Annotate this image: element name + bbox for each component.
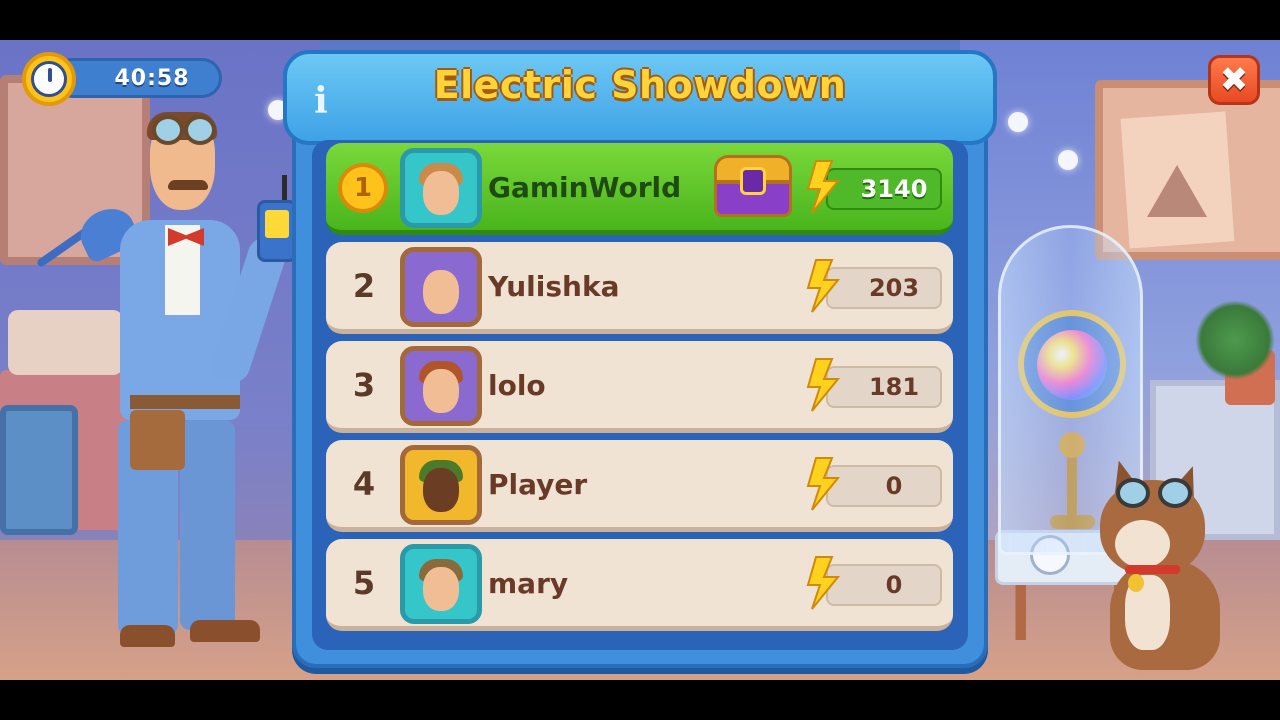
rank-number: 3 [352,366,376,404]
score: 0 [826,564,942,606]
rank-number: 5 [352,564,376,602]
score: 0 [826,465,942,507]
avatar [400,544,482,624]
score: 181 [826,366,942,408]
player-name: GaminWorld [488,171,682,204]
letterbox-bottom [0,680,1280,720]
leaderboard-row[interactable]: 2 Yulishka 203 [326,242,953,334]
score: 203 [826,267,942,309]
lightning-bolt-icon [806,457,841,511]
radio [8,310,123,375]
panel-title: Electric Showdown [433,63,847,107]
rank-number: 2 [352,267,376,305]
letterbox-top [0,0,1280,40]
string-light-icon [1058,150,1078,170]
warning-triangle-icon [1147,165,1207,217]
player-name: mary [488,567,569,600]
player-name: Yulishka [488,270,620,303]
rank-medal-icon: 1 [338,163,388,213]
leaderboard-row[interactable]: 3 lolo 181 [326,341,953,433]
string-light-icon [1008,112,1028,132]
lightning-bolt-icon [806,160,841,214]
close-icon: ✖ [1219,60,1249,100]
event-timer: 40:58 [22,52,222,106]
score: 3140 [826,168,942,210]
plant-icon [1195,300,1275,380]
avatar [400,346,482,426]
close-button[interactable]: ✖ [1208,55,1260,105]
player-name: Player [488,468,588,501]
rank-number: 4 [352,465,376,503]
goggles-icon [150,115,216,145]
lightning-bolt-icon [806,358,841,412]
avatar [400,148,482,228]
player-name: lolo [488,369,546,402]
stopwatch-icon [22,52,76,106]
old-tv [0,405,78,535]
info-button[interactable]: i [308,82,334,120]
treasure-chest-icon[interactable] [714,155,792,217]
leaderboard-row[interactable]: 5 mary 0 [326,539,953,631]
avatar [400,247,482,327]
avatar [400,445,482,525]
lightning-bolt-icon [806,259,841,313]
timer-text: 40:58 [114,66,190,91]
leaderboard-row[interactable]: 4 Player 0 [326,440,953,532]
lightning-bolt-icon [806,556,841,610]
dog-goggles-icon [1112,478,1192,508]
leaderboard-row[interactable]: 1 GaminWorld 3140 [326,143,953,235]
